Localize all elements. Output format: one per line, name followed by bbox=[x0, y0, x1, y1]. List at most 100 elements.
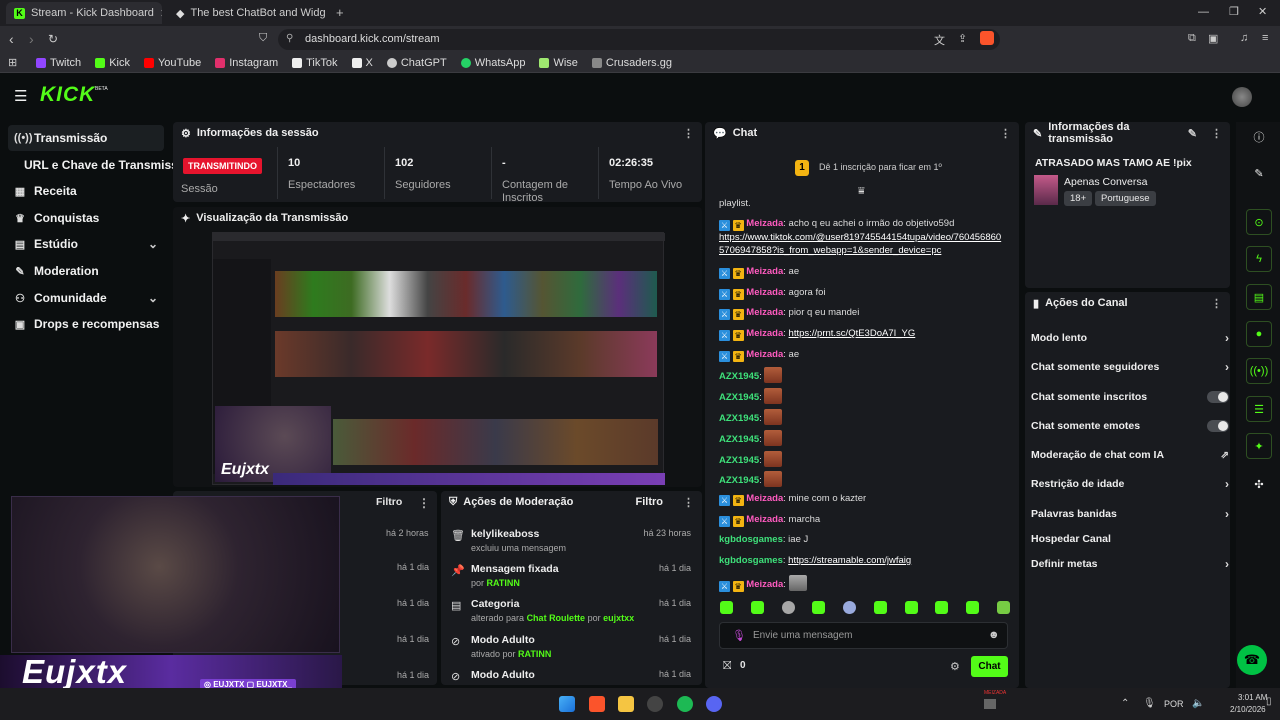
close-window-icon[interactable]: ✕ bbox=[1258, 5, 1267, 18]
chat-message[interactable]: ⚔ ♛ Meizada: agora foi bbox=[719, 286, 826, 300]
chat-message[interactable]: ⚔ ♛ Meizada: acho q eu achei o irmão do … bbox=[719, 217, 954, 231]
moderation-row[interactable]: 📌 Mensagem fixada por RATINN há 1 dia bbox=[449, 563, 695, 599]
emote-icon[interactable] bbox=[935, 601, 949, 614]
bookmark-twitch[interactable]: Twitch bbox=[36, 57, 81, 69]
message-link[interactable]: 5706947858?is_from_webapp=1&sender_devic… bbox=[719, 245, 941, 256]
translate-icon[interactable]: 文 bbox=[934, 32, 945, 48]
subscribe-banner[interactable]: Dê 1 inscrição para ficar em 1º bbox=[819, 162, 942, 172]
emote-icon[interactable] bbox=[781, 601, 795, 614]
emote-icon[interactable] bbox=[843, 601, 857, 614]
reload-icon[interactable]: ↻ bbox=[48, 32, 58, 46]
chat-bubble-icon[interactable]: ● bbox=[1246, 321, 1272, 347]
action-moderacao-ia[interactable]: Moderação de chat com IA ⇗ bbox=[1031, 444, 1229, 466]
minimize-icon[interactable]: — bbox=[1198, 6, 1209, 18]
microphone-icon[interactable]: 🎙 bbox=[732, 629, 746, 642]
sidebar-item-transmissao[interactable]: ((•)) Transmissão bbox=[8, 125, 164, 151]
moderation-row[interactable]: 🗑 kelylikeaboss excluiu uma mensagem há 23 … bbox=[449, 528, 695, 564]
support-button[interactable]: ☎ bbox=[1237, 645, 1267, 675]
more-options-icon[interactable]: ⋮ bbox=[1000, 127, 1011, 140]
chat-username[interactable]: Meizada bbox=[746, 514, 783, 525]
broadcast-icon[interactable]: ((•)) bbox=[1246, 358, 1272, 384]
more-options-icon[interactable]: ⋮ bbox=[418, 496, 430, 510]
sidebar-item-conquistas[interactable]: ♛ Conquistas bbox=[8, 205, 164, 231]
sidebar-item-estudio[interactable]: ▤ Estúdio ⌄ bbox=[8, 231, 164, 257]
emote-icon[interactable] bbox=[996, 601, 1010, 614]
emoji-picker-icon[interactable]: ☻ bbox=[988, 629, 1000, 641]
moderation-row[interactable]: ⊘ Modo Adulto ativado por RATINN há 1 dia bbox=[449, 634, 695, 670]
action-restricao-idade[interactable]: Restrição de idade › bbox=[1031, 473, 1229, 495]
chat-message[interactable]: kgbdosgames: iae J bbox=[719, 533, 808, 546]
close-tab-icon[interactable]: ✕ bbox=[160, 7, 162, 20]
chat-username[interactable]: Meizada bbox=[746, 579, 783, 590]
new-tab-icon[interactable]: + bbox=[336, 5, 344, 20]
chat-username[interactable]: Meizada bbox=[746, 307, 783, 318]
chat-settings-icon[interactable]: ⚙ bbox=[950, 660, 960, 673]
more-options-icon[interactable]: ⋮ bbox=[683, 496, 694, 509]
microphone-icon[interactable]: 🎙 bbox=[1143, 698, 1156, 709]
chat-message[interactable]: https://www.tiktok.com/@user819745544154… bbox=[719, 231, 1001, 244]
sidebar-item-drops[interactable]: ▣ Drops e recompensas bbox=[8, 311, 164, 337]
pencil-icon[interactable]: ✎ bbox=[1246, 160, 1272, 186]
chat-username[interactable]: AZX1945 bbox=[719, 455, 759, 466]
bookmark-youtube[interactable]: YouTube bbox=[143, 57, 201, 69]
chat-message[interactable]: AZX1945: bbox=[719, 388, 783, 404]
chat-message[interactable]: ⚔ ♛ Meizada: marcha bbox=[719, 513, 820, 527]
tray-expand-icon[interactable]: ⌃ bbox=[1121, 698, 1129, 709]
message-link[interactable]: https://prnt.sc/QtE3DoA7I_YG bbox=[789, 328, 916, 339]
info-icon[interactable]: ⓘ bbox=[1246, 124, 1272, 150]
action-modo-lento[interactable]: Modo lento › bbox=[1031, 327, 1229, 349]
chat-username[interactable]: AZX1945 bbox=[719, 413, 759, 424]
chat-message[interactable]: AZX1945: bbox=[719, 471, 783, 487]
chat-message[interactable]: ⚔ ♛ Meizada: ae bbox=[719, 265, 799, 279]
forward-icon[interactable]: › bbox=[29, 31, 34, 47]
apps-grid-icon[interactable]: ⊞ bbox=[8, 56, 17, 69]
bookmark-wise[interactable]: Wise bbox=[539, 57, 578, 69]
tab-chatbot[interactable]: ◆ The best ChatBot and Widgets for Ki bbox=[168, 2, 326, 24]
bookmark-whatsapp[interactable]: WhatsApp bbox=[460, 57, 525, 69]
spotify-icon[interactable] bbox=[677, 696, 693, 712]
category-name[interactable]: Apenas Conversa bbox=[1064, 176, 1147, 188]
notifications-icon[interactable]: ▯ bbox=[1266, 696, 1272, 707]
send-chat-button[interactable]: Chat bbox=[971, 656, 1008, 677]
action-inscritos[interactable]: Chat somente inscritos bbox=[1031, 386, 1229, 408]
stream-preview-video[interactable]: Eujxtx bbox=[212, 232, 665, 485]
bookmark-chatgpt[interactable]: ChatGPT bbox=[386, 57, 447, 69]
kick-logo[interactable]: KICK bbox=[40, 83, 95, 107]
share-icon[interactable]: ⇪ bbox=[958, 32, 967, 45]
bookmark-instagram[interactable]: Instagram bbox=[215, 57, 278, 69]
toggle-switch[interactable] bbox=[1207, 420, 1229, 432]
toggle-switch[interactable] bbox=[1207, 391, 1229, 403]
gift-icon[interactable]: ⛝ bbox=[723, 660, 731, 673]
chat-message[interactable]: ⚔ ♛ Meizada: pior q eu mandei bbox=[719, 306, 859, 320]
chat-username[interactable]: Meizada bbox=[746, 349, 783, 360]
chat-username[interactable]: Meizada bbox=[746, 218, 783, 229]
url-field[interactable]: ⚲ dashboard.kick.com/stream 文 ⇪ bbox=[278, 29, 1000, 50]
chat-username[interactable]: kgbdosgames bbox=[719, 555, 783, 566]
collapse-banner-icon[interactable]: ⩸ bbox=[858, 185, 865, 198]
pencil-icon[interactable]: ✎ bbox=[1188, 127, 1197, 140]
tab-stream-dashboard[interactable]: K Stream - Kick Dashboard ✕ bbox=[6, 2, 162, 24]
chat-username[interactable]: AZX1945 bbox=[719, 392, 759, 403]
tray-app-icon[interactable] bbox=[984, 699, 996, 709]
chat-username[interactable]: AZX1945 bbox=[719, 434, 759, 445]
action-hospedar[interactable]: Hospedar Canal bbox=[1031, 528, 1229, 550]
volume-icon[interactable]: 🔈 bbox=[1192, 698, 1204, 709]
file-explorer-icon[interactable] bbox=[618, 696, 634, 712]
moderation-row[interactable]: ▤ Categoria alterado para Chat Roulette po… bbox=[449, 598, 695, 634]
chat-message[interactable]: 5706947858?is_from_webapp=1&sender_devic… bbox=[719, 244, 941, 257]
camera-icon[interactable]: ⊙ bbox=[1246, 209, 1272, 235]
bookmark-icon[interactable]: ⛉ bbox=[259, 32, 267, 45]
windows-start-icon[interactable] bbox=[559, 696, 575, 712]
restore-icon[interactable]: ❐ bbox=[1229, 5, 1239, 18]
menu-icon[interactable]: ≡ bbox=[1262, 32, 1268, 44]
extensions-icon[interactable]: ⧉ bbox=[1188, 32, 1196, 45]
chat-message[interactable]: AZX1945: bbox=[719, 451, 783, 467]
message-link[interactable]: https://www.tiktok.com/@user819745544154… bbox=[719, 232, 1001, 243]
action-definir-metas[interactable]: Definir metas › bbox=[1031, 553, 1229, 575]
brave-browser-icon[interactable] bbox=[589, 696, 605, 712]
chat-message[interactable]: playlist. bbox=[719, 197, 751, 210]
sidebar-item-moderation[interactable]: ✎ Moderation bbox=[8, 258, 164, 284]
clock-time[interactable]: 3:01 AM bbox=[1238, 693, 1267, 702]
bookmark-tiktok[interactable]: TikTok bbox=[292, 57, 338, 69]
mod-row-user[interactable]: RATINN bbox=[518, 649, 551, 659]
